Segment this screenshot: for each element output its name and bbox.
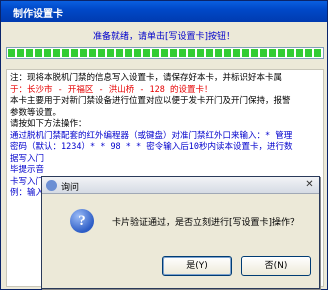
info-line: 本卡主要用于对新门禁设备进行位置对应以便于发卡开门及开门保持，报警 [10,96,291,106]
progress-bar [6,47,324,59]
dialog-app-icon [46,180,57,191]
question-icon: ? [70,209,94,233]
info-line: 注：现将本脱机门禁的信息写入设置卡，请保存好本卡，并标识好本卡属 [10,73,283,83]
info-line: 据写入门 [10,153,45,164]
main-window: 制作设置卡 准备就绪，请单击[写设置卡]按钮！ 注：现将本脱机门禁的信息写入设置… [0,0,328,290]
info-line: 请按如下方法操作： [10,119,87,129]
window-title: 制作设置卡 [13,9,63,20]
dialog-message: 卡片验证通过，是否立刻进行[写设置卡]操作？ [112,218,300,228]
title-bar[interactable]: 制作设置卡 [1,1,327,22]
no-button[interactable]: 否(N) [241,256,311,276]
dialog-title-bar[interactable]: 询问 ✕ [42,177,319,194]
close-icon[interactable]: ✕ [303,179,316,192]
progress-fill [8,49,322,57]
info-line: 参数等设置。 [10,107,62,118]
status-text: 准备就绪，请单击[写设置卡]按钮！ [92,32,236,42]
info-line: 密码（默认：1234）* * 98 * * 密令输入后10秒内读本设置卡，进行数 [10,142,293,152]
dialog-title: 询问 [61,183,80,193]
yes-button[interactable]: 是(Y) [162,256,232,276]
info-line: 毕提示音 [10,165,45,175]
info-line: 通过脱机门禁配套的红外编程器（或键盘）对准门禁红外口来输入：* 管理 [10,130,293,141]
confirm-dialog: 询问 ✕ ? 卡片验证通过，是否立刻进行[写设置卡]操作？ 是(Y) 否(N) [41,176,320,289]
info-line: 于：长沙市 - 开福区 - 洪山桥 - 128 的设置卡！ [10,84,213,95]
